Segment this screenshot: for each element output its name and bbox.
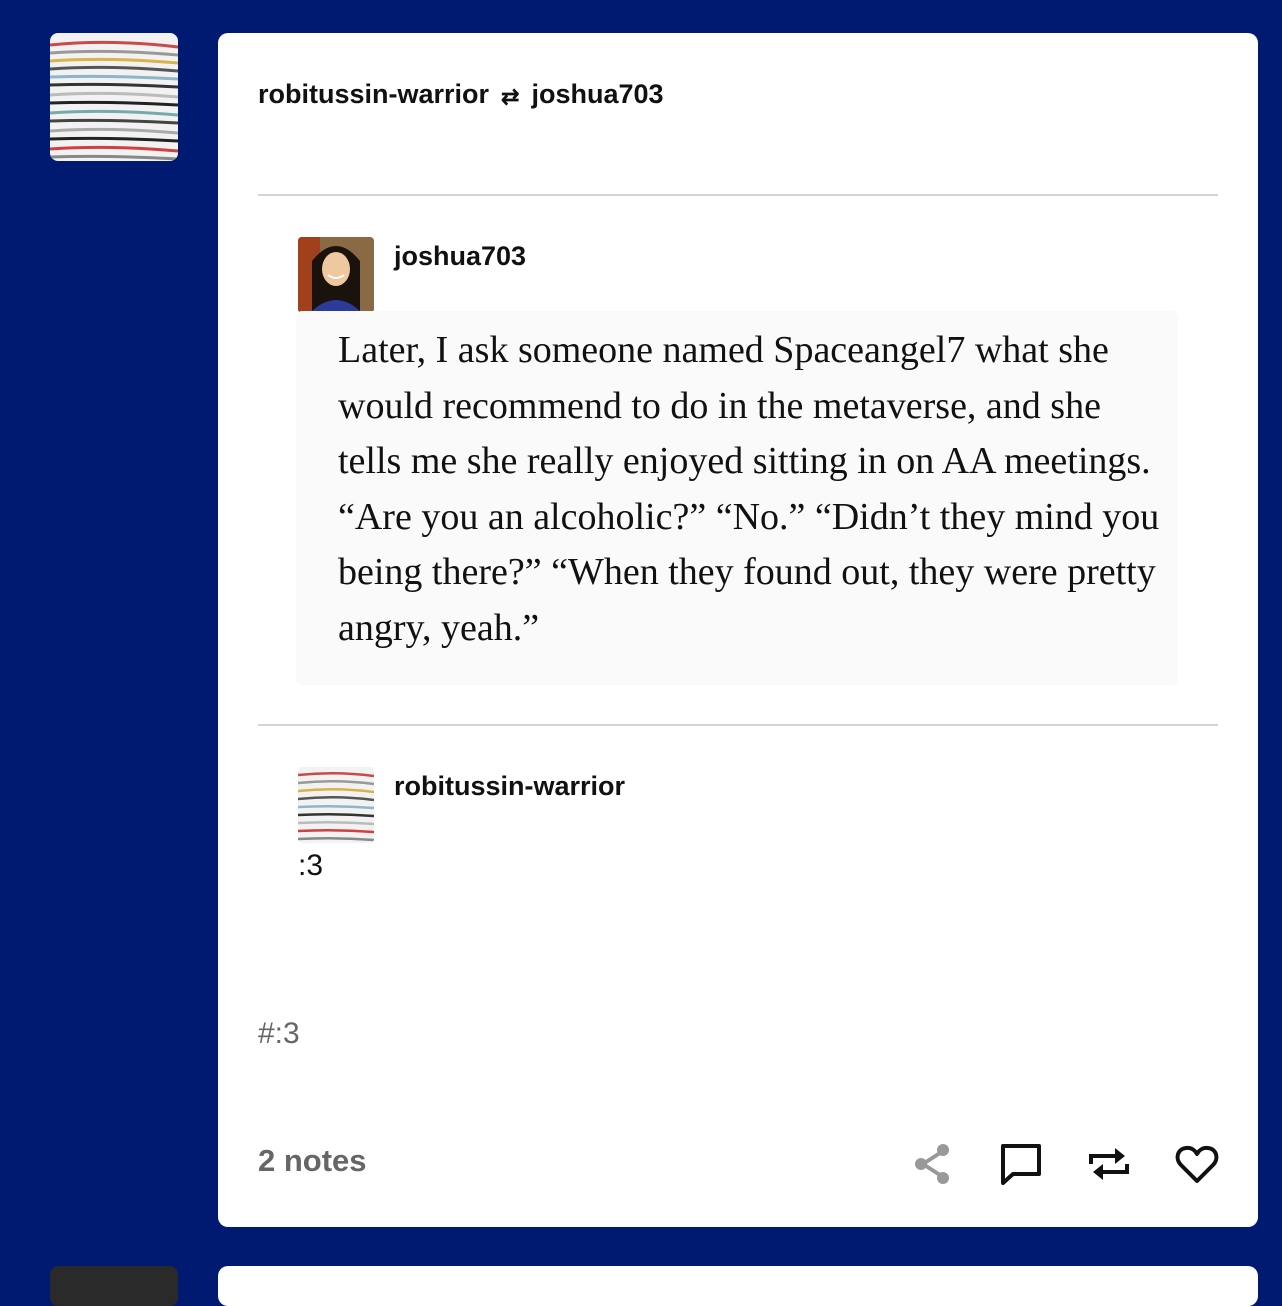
share-button[interactable]	[908, 1139, 958, 1189]
reblogger-name[interactable]: robitussin-warrior	[258, 79, 489, 110]
trail-username[interactable]: joshua703	[394, 241, 526, 272]
trail-avatar-robitussin-warrior[interactable]	[298, 767, 374, 843]
reply-icon	[1001, 1144, 1041, 1185]
reblog-comment: :3	[298, 849, 324, 882]
divider	[258, 194, 1218, 196]
reply-button[interactable]	[996, 1139, 1046, 1189]
trail-avatar-joshua703[interactable]	[298, 237, 374, 313]
source-name[interactable]: joshua703	[531, 79, 663, 110]
tag-link[interactable]: #:3	[258, 1017, 300, 1051]
notes-count[interactable]: 2 notes	[258, 1143, 367, 1179]
divider	[258, 724, 1218, 726]
like-button[interactable]	[1172, 1139, 1222, 1189]
next-blog-avatar[interactable]	[50, 1266, 178, 1306]
post-header: robitussin-warrior ⇄ joshua703	[258, 79, 664, 110]
person-photo	[298, 237, 374, 313]
post-actions	[908, 1139, 1222, 1189]
next-post-card	[218, 1266, 1258, 1306]
paper-stack-image	[50, 33, 178, 161]
heart-icon	[1175, 1145, 1219, 1183]
trail-username[interactable]: robitussin-warrior	[394, 771, 625, 802]
blog-avatar[interactable]	[50, 33, 178, 161]
share-icon	[915, 1144, 949, 1184]
paper-stack-image	[298, 767, 374, 843]
post-card: robitussin-warrior ⇄ joshua703 joshua703…	[218, 33, 1258, 1227]
reblog-small-icon: ⇄	[501, 83, 520, 109]
quote-text: Later, I ask someone named Spaceangel7 w…	[338, 329, 1160, 649]
reblog-button[interactable]	[1084, 1139, 1134, 1189]
reblog-icon	[1089, 1148, 1129, 1180]
quote-block: Later, I ask someone named Spaceangel7 w…	[296, 311, 1178, 685]
